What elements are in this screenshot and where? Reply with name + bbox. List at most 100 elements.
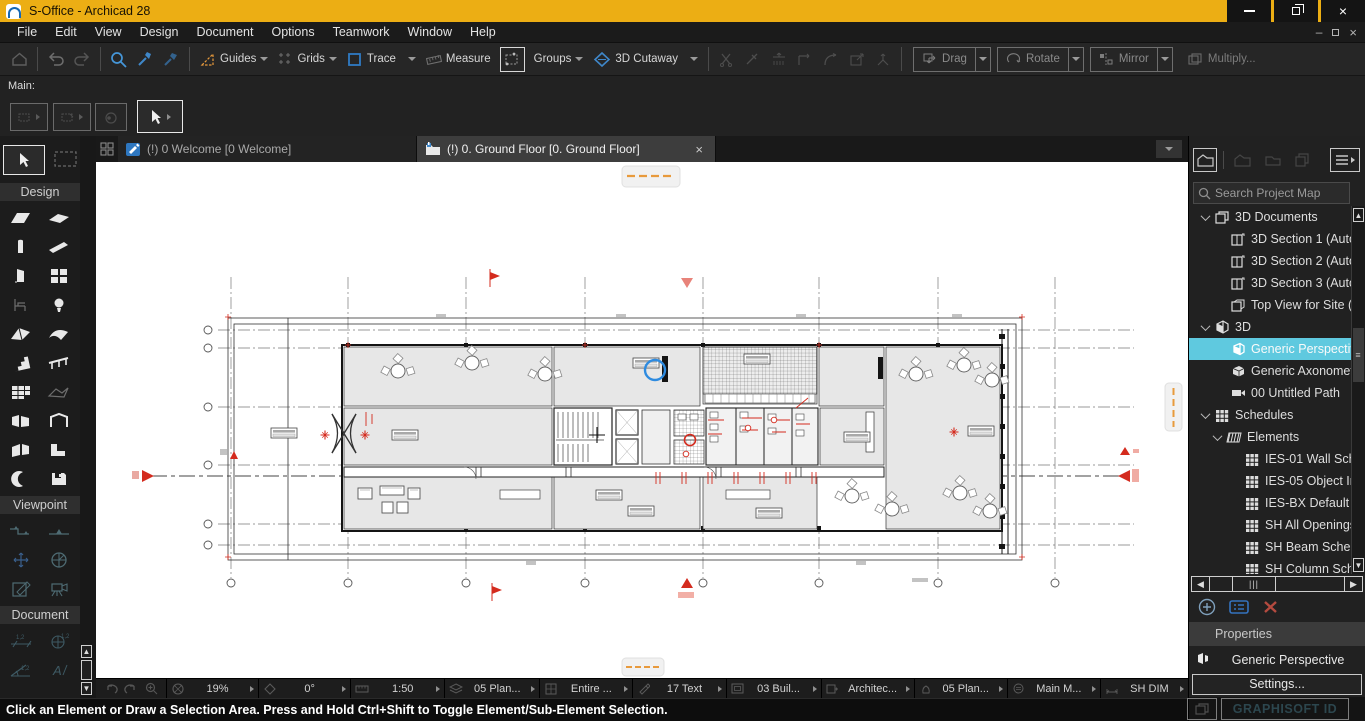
tree-item-3d-section-1[interactable]: 3D Section 1 (Auto-r [1189,228,1352,250]
tree-item-ies-05[interactable]: IES-05 Object Inve [1189,470,1352,492]
layer-combination-field[interactable]: 05 Plan... [445,679,540,698]
multiply-button[interactable]: Multiply... [1183,46,1261,72]
tree-item-3d-documents[interactable]: 3D Documents [1189,206,1352,228]
hotlink-tool-icon[interactable] [40,464,78,493]
slab-tool-icon[interactable] [40,203,78,232]
toolbox-section-viewpoint[interactable]: Viewpoint [0,496,80,514]
doc-close-button[interactable]: × [1349,25,1357,40]
tree-item-3d-section-2[interactable]: 3D Section 2 (Auto- [1189,250,1352,272]
undo-icon[interactable] [43,46,69,72]
worksheet-tool-icon[interactable] [2,574,40,603]
tree-item-schedules[interactable]: Schedules [1189,404,1352,426]
settings-button[interactable]: Settings... [1192,674,1362,695]
restore-button[interactable] [1274,0,1318,22]
search-input[interactable] [1215,186,1340,200]
model-view-field[interactable]: Architec... [822,679,915,698]
pick-up-parameters-icon[interactable] [132,46,158,72]
pen-field[interactable]: 17 Text [633,679,726,698]
orbit-tool-icon[interactable] [2,545,40,574]
layer-field[interactable]: 03 Buil... [727,679,822,698]
graphisoft-id-label[interactable]: GRAPHISOFT ID [1221,698,1349,720]
redo-icon[interactable] [69,46,95,72]
corner-window-tool-icon[interactable] [40,435,78,464]
drag-dropdown-icon[interactable] [975,47,990,72]
work-environment-field[interactable]: Main M... [1008,679,1101,698]
toolbox-scroll-up-icon[interactable]: ▲ [81,645,92,658]
chevron-down-icon[interactable] [1201,321,1211,331]
tree-item-untitled-path[interactable]: 00 Untitled Path [1189,382,1352,404]
tree-vertical-scrollbar[interactable]: ▲ ≡ ▼ [1351,206,1365,574]
tree-item-generic-axonometry[interactable]: Generic Axonometry [1189,360,1352,382]
chevron-down-icon[interactable] [1201,409,1211,419]
roof-tool-icon[interactable] [2,319,40,348]
navigator-menu-button[interactable] [1330,148,1360,172]
mirror-dropdown-icon[interactable] [1157,47,1172,72]
menu-edit[interactable]: Edit [46,22,86,43]
tab-overview-icon[interactable] [96,136,118,162]
view-map-icon[interactable] [1230,148,1254,172]
tab-welcome[interactable]: (!) 0 Welcome [0 Welcome] [118,136,417,162]
tab-overflow-dropdown[interactable] [1156,140,1182,158]
marquee-tool[interactable] [53,149,79,172]
zoom-icon[interactable] [106,46,132,72]
morph-tool-icon[interactable] [2,406,40,435]
zoom-level-field[interactable]: 19% [167,679,259,698]
stair-tool-icon[interactable] [2,348,40,377]
lamp-tool-icon[interactable] [40,290,78,319]
toolbox-section-design[interactable]: Design [0,183,80,201]
camera-tool-icon[interactable] [40,574,78,603]
graphisoft-id-icon[interactable] [1187,698,1217,720]
3d-cutaway-button[interactable]: 3D Cutaway [588,46,703,72]
rotate-dropdown-icon[interactable] [1068,47,1083,72]
close-button[interactable]: × [1321,0,1365,22]
menu-document[interactable]: Document [188,22,263,43]
dimension-tool-icon[interactable]: 1,2 [2,626,40,655]
arrow-tool-button[interactable] [137,100,183,133]
tree-item-sh-beam[interactable]: SH Beam Schedul [1189,536,1352,558]
menu-design[interactable]: Design [131,22,188,43]
window-tool-icon[interactable] [40,261,78,290]
layout-book-icon[interactable] [1260,148,1284,172]
tree-scroll-left-icon[interactable]: ◀ [1192,577,1210,591]
zone-tool-icon[interactable] [40,406,78,435]
trace-dropdown-icon[interactable] [408,57,416,61]
project-map-search[interactable] [1193,182,1350,204]
dimension-field[interactable]: SH DIM [1101,679,1188,698]
beam-tool-icon[interactable] [40,232,78,261]
trace-button[interactable]: Trace [342,46,421,72]
menu-teamwork[interactable]: Teamwork [324,22,399,43]
menu-file[interactable]: File [8,22,46,43]
pen-set-field[interactable]: Entire ... [540,679,633,698]
grids-dropdown-icon[interactable] [329,57,337,61]
toolbox-scrollbar[interactable]: ▲ ▼ [80,136,96,698]
toolbox-scroll-track[interactable] [81,660,92,680]
guide-handle-top[interactable] [622,166,680,187]
project-map-icon[interactable] [1193,148,1217,172]
interior-elevation-tool-icon[interactable] [40,545,78,574]
chevron-down-icon[interactable] [1213,431,1223,441]
tree-horizontal-scrollbar[interactable]: ◀ ||| ▶ [1191,576,1363,592]
minimize-button[interactable] [1227,0,1271,22]
door-tool-icon[interactable] [2,261,40,290]
floor-plan-canvas[interactable] [96,162,1188,678]
grids-button[interactable]: Grids [273,46,341,72]
add-viewpoint-button[interactable] [1198,598,1216,619]
groups-button[interactable]: Groups [529,46,589,72]
tree-item-elements[interactable]: Elements [1189,426,1352,448]
tree-item-generic-perspective[interactable]: Generic Perspective [1189,338,1352,360]
orientation-field[interactable]: 0° [259,679,351,698]
tree-item-3d-section-3[interactable]: 3D Section 3 (Auto- [1189,272,1352,294]
mirror-button[interactable]: Mirror [1090,47,1173,72]
publisher-icon[interactable] [1290,148,1314,172]
tree-item-top-view[interactable]: Top View for Site (A [1189,294,1352,316]
text-tool-icon[interactable]: A [40,655,78,684]
menu-window[interactable]: Window [399,22,461,43]
toolbox-scroll-down-icon[interactable]: ▼ [81,682,92,695]
guide-handle-right[interactable] [1165,383,1182,431]
marquee-selection-button[interactable] [500,47,525,72]
guides-button[interactable]: Guides [195,46,273,72]
tree-item-sh-all-openings[interactable]: SH All Openings S [1189,514,1352,536]
skylight-tool-icon[interactable] [2,435,40,464]
chevron-down-icon[interactable] [1201,211,1211,221]
view-forward-icon[interactable] [124,682,138,696]
